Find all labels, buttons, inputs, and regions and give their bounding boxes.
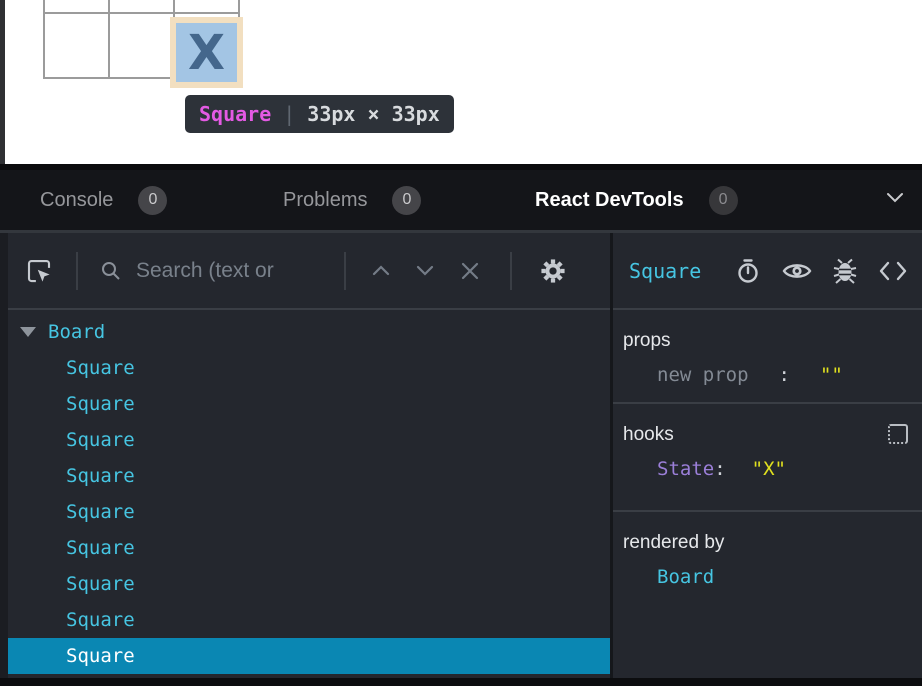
board-cell[interactable] <box>174 0 239 13</box>
next-match-icon[interactable] <box>416 265 434 276</box>
props-colon: : <box>779 364 790 386</box>
tree-item-label: Square <box>66 501 135 523</box>
toolbar-divider <box>344 252 346 290</box>
components-tree-panel: Board Square Square Square Square Square… <box>0 233 610 678</box>
hooks-colon: : <box>714 458 725 480</box>
tree-item-square[interactable]: Square <box>8 458 610 494</box>
tree-item-board[interactable]: Board <box>8 314 610 350</box>
tab-react-devtools-label: React DevTools <box>535 189 684 212</box>
suspense-stopwatch-icon[interactable] <box>734 257 762 285</box>
tree-item-square-selected[interactable]: Square <box>8 638 610 674</box>
tab-react-devtools[interactable]: React DevTools 0 <box>535 170 738 230</box>
hook-name: State <box>657 458 714 480</box>
tree-item-square[interactable]: Square <box>8 422 610 458</box>
tooltip-separator: | <box>283 102 295 126</box>
tree-item-square[interactable]: Square <box>8 350 610 386</box>
tree-item-label: Square <box>66 393 135 415</box>
screenshot-root: X Square | 33px × 33px Console 0 Problem… <box>0 0 922 686</box>
problems-count-badge: 0 <box>392 186 421 215</box>
toolbar-divider <box>510 252 512 290</box>
chevron-down-icon[interactable] <box>886 192 904 203</box>
expand-arrow-icon[interactable] <box>20 327 36 337</box>
hooks-title: hooks <box>623 424 908 446</box>
window-bottom-edge <box>0 678 922 686</box>
devtools-tabbar: Console 0 Problems 0 React DevTools 0 <box>0 164 922 230</box>
tree-toolbar <box>0 233 610 310</box>
tree-item-label: Square <box>66 357 135 379</box>
tree-item-label: Square <box>66 645 135 667</box>
props-row: new prop : "" <box>657 364 908 386</box>
rendered-by-title: rendered by <box>623 532 908 554</box>
component-details-panel: Square <box>610 233 922 678</box>
tree-search <box>100 259 344 283</box>
rendered-by-row: Board <box>657 566 908 588</box>
search-input[interactable] <box>136 259 344 283</box>
tree-item-label: Square <box>66 465 135 487</box>
toolbar-divider <box>76 252 78 290</box>
parse-hook-names-icon[interactable] <box>888 424 908 444</box>
panel-left-gutter <box>0 233 8 678</box>
selected-component-name: Square <box>629 259 701 283</box>
board-cell[interactable] <box>109 0 174 13</box>
tree-item-square[interactable]: Square <box>8 494 610 530</box>
tree-item-square[interactable]: Square <box>8 602 610 638</box>
props-title: props <box>623 330 908 352</box>
hooks-section: hooks State : "X" <box>613 404 922 512</box>
rendered-by-owner-link[interactable]: Board <box>657 566 714 588</box>
tree-item-label: Square <box>66 609 135 631</box>
tree-item-square[interactable]: Square <box>8 566 610 602</box>
tree-item-label: Square <box>66 429 135 451</box>
tab-problems[interactable]: Problems 0 <box>283 170 421 230</box>
new-prop-name-input[interactable]: new prop <box>657 364 749 386</box>
board-cell[interactable] <box>109 13 174 78</box>
search-icon <box>100 260 122 282</box>
clear-search-icon[interactable] <box>460 261 480 281</box>
square-x-value: X <box>188 29 225 77</box>
eye-icon[interactable] <box>782 260 812 282</box>
tree-item-square[interactable]: Square <box>8 386 610 422</box>
details-toolbar: Square <box>613 233 922 310</box>
board-cell[interactable] <box>44 0 109 13</box>
element-inspect-highlight[interactable]: X <box>170 17 243 88</box>
tree-item-label: Board <box>48 321 105 343</box>
new-prop-value-input[interactable]: "" <box>820 364 843 386</box>
tree-item-square[interactable]: Square <box>8 530 610 566</box>
inspected-page: X Square | 33px × 33px <box>0 0 922 164</box>
react-devtools-panel: Board Square Square Square Square Square… <box>0 233 922 678</box>
component-tree: Board Square Square Square Square Square… <box>8 310 610 674</box>
hooks-state-row: State : "X" <box>657 458 908 480</box>
view-source-code-icon[interactable] <box>878 260 908 282</box>
props-section: props new prop : "" <box>613 310 922 404</box>
rendered-by-section: rendered by Board <box>613 512 922 604</box>
tree-item-label: Square <box>66 573 135 595</box>
tab-console-label: Console <box>40 189 113 212</box>
console-count-badge: 0 <box>138 186 167 215</box>
tree-item-label: Square <box>66 537 135 559</box>
tooltip-dimensions: 33px × 33px <box>307 102 439 126</box>
tooltip-component-name: Square <box>199 102 271 126</box>
settings-gear-icon[interactable] <box>538 256 568 286</box>
inspect-tooltip: Square | 33px × 33px <box>185 95 454 133</box>
inspect-element-icon[interactable] <box>24 256 54 286</box>
previous-match-icon[interactable] <box>372 265 390 276</box>
hook-state-value[interactable]: "X" <box>752 458 786 480</box>
window-left-edge <box>0 0 5 164</box>
tab-problems-label: Problems <box>283 189 367 212</box>
bug-icon[interactable] <box>832 257 858 285</box>
board-cell[interactable] <box>44 13 109 78</box>
react-devtools-count-badge: 0 <box>709 186 738 215</box>
tab-console[interactable]: Console 0 <box>40 170 167 230</box>
